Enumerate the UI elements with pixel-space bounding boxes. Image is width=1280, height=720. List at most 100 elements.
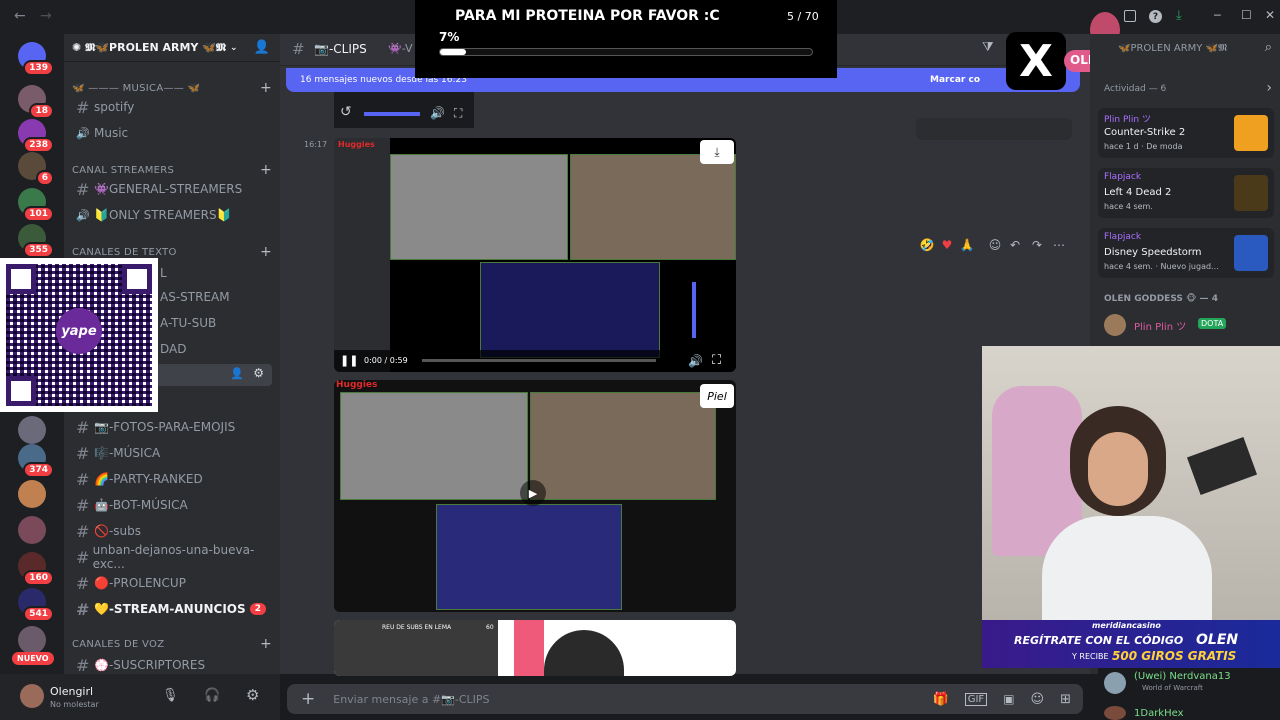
volume-icon[interactable]: 🔊 [430,106,445,120]
channel-music[interactable]: 🔊 Music [72,122,272,144]
download-icon[interactable]: ⤓ [700,140,734,164]
server-icon[interactable]: 541 [18,588,54,622]
add-channel-icon[interactable]: + [260,636,272,652]
close-button[interactable]: ✕ [1265,8,1275,22]
forward-icon[interactable]: ↷ [1028,236,1046,254]
qr-finder [122,264,152,294]
server-icon[interactable] [18,516,46,544]
inbox-icon[interactable] [1124,10,1136,22]
channel-only-streamers[interactable]: 🔊 🔰ONLY STREAMERS🔰 [72,204,272,226]
server-icon[interactable]: 18 [18,85,54,119]
forward-button[interactable]: → [40,8,52,24]
invite-icon[interactable]: 👤 [254,40,270,55]
channel-musica[interactable]: # 🎼-MÚSICA [72,442,272,464]
guild-header[interactable]: ✺ 𝕸🦋PROLEN ARMY 🦋𝕸 ⌄ 👤 [64,34,280,62]
search-icon[interactable]: ⌕ [1265,40,1272,55]
pray-reaction-icon[interactable]: 🙏 [958,236,976,254]
volume-slider[interactable] [364,112,420,116]
channel-fotos-para-emojis[interactable]: # 📷-FOTOS-PARA-EMOJIS [72,416,272,438]
category-music[interactable]: 🦋 ——— MUSICA—— 🦋 + [72,80,272,96]
hash-icon: # [76,495,90,515]
gif-icon[interactable]: GIF [964,692,988,706]
replay-icon[interactable]: ↺ [340,104,352,120]
fullscreen-icon[interactable]: ⛶ [454,106,462,121]
emoji-icon[interactable]: ☺ [1031,692,1045,707]
settings-gear-icon[interactable]: ⚙ [246,686,259,704]
channel-general-streamers[interactable]: # 👾GENERAL-STREAMERS [72,178,272,200]
channel-prolencup[interactable]: # 🔴-PROLENCUP [72,572,272,594]
activity-user: Flapjack [1104,232,1142,242]
more-icon[interactable]: ⋯ [1050,236,1068,254]
headphones-icon[interactable]: 🎧 [204,688,220,703]
video-player[interactable]: Huggies Piel ▶ [334,380,736,612]
channel-unban[interactable]: # unban-dejanos-una-bueva-exc... [72,543,272,571]
channel-partial[interactable]: L [156,262,266,284]
video-player[interactable]: Huggies ⤓ ❚❚ 0:00 / 0:59 🔊 ⛶ [334,138,736,372]
pause-icon[interactable]: ❚❚ [340,354,358,367]
channel-partial[interactable]: DAD [156,338,266,360]
channel-suscriptores[interactable]: # 💮-SUSCRIPTORES [72,654,272,676]
add-reaction-icon[interactable]: ☺ [986,236,1004,254]
message-composer[interactable]: + Enviar mensaje a #📷-CLIPS 🎁 GIF ▣ ☺ ⊞ [287,684,1083,714]
channel-partial[interactable]: A-TU-SUB [156,312,266,334]
sticker-icon[interactable]: ▣ [1003,692,1014,706]
category-streamers[interactable]: CANAL STREAMERS + [72,162,272,178]
server-icon[interactable]: 101 [18,188,54,222]
volume-icon[interactable]: 🔊 [688,354,703,368]
activity-card[interactable]: Flapjack Disney Speedstorm hace 4 sem. ·… [1098,228,1274,278]
gift-icon[interactable]: 🎁 [933,692,949,707]
download-icon[interactable]: ⤓ [1176,8,1182,23]
channel-label: 🔴-PROLENCUP [94,576,186,590]
channel-tab-partial[interactable]: 👾-V [388,42,413,55]
reply-icon[interactable]: ↶ [1006,236,1024,254]
maximize-button[interactable]: ☐ [1241,8,1252,22]
minimize-button[interactable]: ─ [1214,9,1221,22]
channel-subs[interactable]: # 🚫-subs [72,520,272,542]
category-voice[interactable]: CANALES DE VOZ + [72,636,272,652]
channel-bot-musica[interactable]: # 🤖-BOT-MÚSICA [72,494,272,516]
hash-icon: # [76,97,90,117]
mark-read-button[interactable]: Marcar co [930,75,980,85]
video-player[interactable]: REU DE SUBS EN LEMA 60 [334,620,736,676]
channel-party-ranked[interactable]: # 🌈-PARTY-RANKED [72,468,272,490]
avatar[interactable] [1104,314,1126,336]
home-server-icon[interactable]: 139 [18,42,54,76]
back-button[interactable]: ← [14,8,26,24]
server-icon[interactable] [18,416,46,444]
server-icon[interactable] [18,626,46,654]
microphone-icon[interactable]: 🎙 [162,688,179,703]
server-icon[interactable] [18,480,46,508]
add-channel-icon[interactable]: + [260,80,272,96]
threads-icon[interactable]: ⧩ [982,40,994,55]
avatar[interactable] [20,684,44,708]
channel-partial[interactable]: AS-STREAM [156,286,266,308]
server-icon[interactable]: 355 [18,224,54,258]
hash-icon: # [76,179,90,199]
server-icon[interactable]: 374 [18,444,54,478]
channel-stream-anuncios[interactable]: # 💛-STREAM-ANUNCIOS 2 [72,598,272,620]
apps-icon[interactable]: ⊞ [1060,692,1071,707]
server-icon[interactable]: 238 [18,119,54,153]
webcam-panel [436,504,622,610]
hash-icon: # [76,521,90,541]
play-icon[interactable]: ▶ [520,480,546,506]
help-icon[interactable]: ? [1149,10,1162,23]
activity-card[interactable]: Flapjack Left 4 Dead 2 hace 4 sem. [1098,168,1274,218]
emoji-reaction-icon[interactable]: 🤣 [918,236,936,254]
add-channel-icon[interactable]: + [260,162,272,178]
invite-icon[interactable]: 👤 [230,367,244,380]
activity-card[interactable]: Plin Plin ツ Counter-Strike 2 hace 1 d · … [1098,108,1274,158]
chevron-right-icon[interactable]: › [1266,80,1272,96]
add-channel-icon[interactable]: + [260,244,272,260]
gear-icon[interactable]: ⚙ [253,366,264,380]
server-icon[interactable]: 160 [18,552,54,586]
volume-slider[interactable] [692,282,696,338]
video-side-panel [334,138,390,372]
server-icon[interactable]: 6 [18,152,54,186]
add-attachment-icon[interactable]: + [301,689,315,709]
video-progress-bar[interactable] [422,359,656,362]
heart-reaction-icon[interactable]: ♥ [938,236,956,254]
member-name[interactable]: Plin Plin ツ [1134,318,1186,333]
fullscreen-icon[interactable]: ⛶ [712,353,721,368]
channel-spotify[interactable]: # spotify [72,96,272,118]
